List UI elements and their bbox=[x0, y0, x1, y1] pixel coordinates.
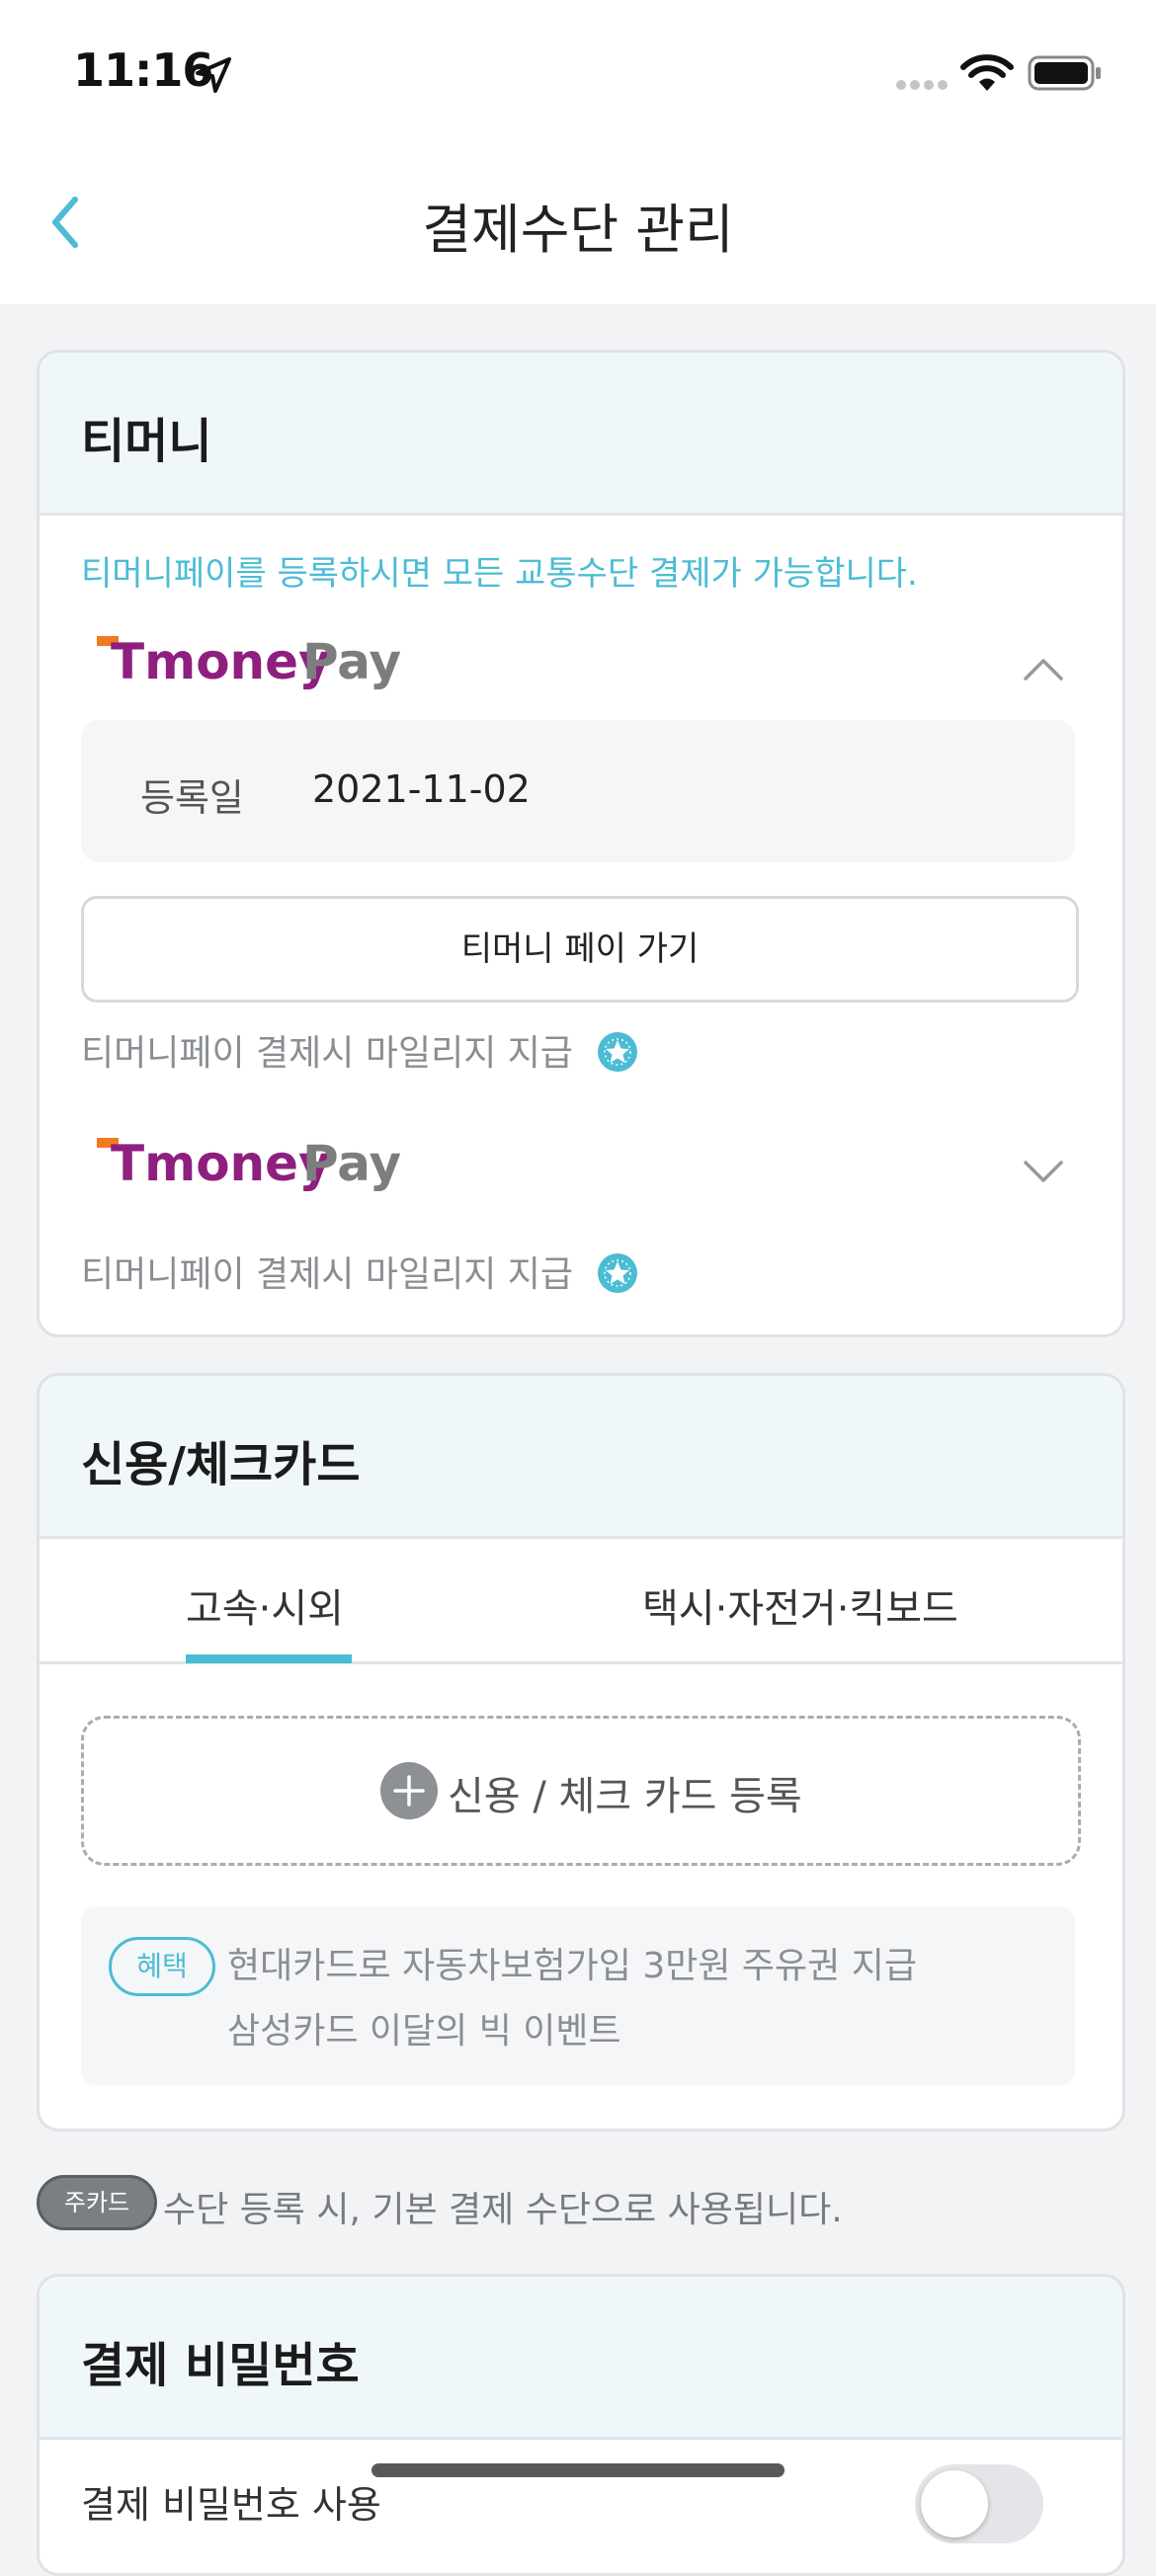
svg-text:Tmoney: Tmoney bbox=[111, 633, 331, 690]
go-tmoney-pay-button[interactable]: 티머니 페이 가기 bbox=[81, 896, 1079, 1003]
registered-date: 2021-11-02 bbox=[312, 767, 531, 811]
payment-password-header: 결제 비밀번호 bbox=[40, 2277, 1122, 2440]
signal-dots-icon bbox=[896, 80, 948, 90]
nav-bar: 결제수단 관리 bbox=[0, 148, 1156, 304]
main-card-badge: 주카드 bbox=[37, 2175, 157, 2230]
tmoney-pay-logo: Tmoney Pay bbox=[97, 633, 401, 690]
payment-password-section: 결제 비밀번호 결제 비밀번호 사용 bbox=[37, 2274, 1125, 2576]
credit-card-header: 신용/체크카드 bbox=[40, 1376, 1122, 1539]
mileage-text: 티머니페이 결제시 마일리지 지급 bbox=[81, 1254, 574, 1295]
status-bar: 11:16 bbox=[0, 0, 1156, 148]
payment-password-title: 결제 비밀번호 bbox=[81, 2338, 360, 2393]
tmoney-pay-logo: Tmoney Pay bbox=[97, 1135, 401, 1192]
tmoney-section: 티머니 티머니페이를 등록하시면 모든 교통수단 결제가 가능합니다. Tmon… bbox=[37, 350, 1125, 1337]
benefit-badge: 혜택 bbox=[109, 1937, 215, 1996]
mileage-info: 티머니페이 결제시 마일리지 지급 bbox=[81, 1024, 639, 1076]
password-use-label: 결제 비밀번호 사용 bbox=[81, 2483, 381, 2527]
svg-text:Pay: Pay bbox=[302, 1135, 401, 1192]
plus-circle-icon bbox=[380, 1762, 438, 1819]
tmoney-header: 티머니 bbox=[40, 353, 1122, 516]
main-card-text: 수단 등록 시, 기본 결제 수단으로 사용됩니다. bbox=[163, 2190, 843, 2230]
wifi-icon bbox=[960, 54, 1014, 91]
benefit-item[interactable]: 현대카드로 자동차보험가입 3만원 주유권 지급 bbox=[227, 1937, 917, 1988]
tab-taxi-bike-kickboard[interactable]: 택시·자전거·킥보드 bbox=[642, 1576, 958, 1634]
status-time: 11:16 bbox=[73, 43, 213, 97]
svg-text:Pay: Pay bbox=[302, 633, 401, 690]
card-type-tabs: 고속·시외 택시·자전거·킥보드 bbox=[40, 1539, 1122, 1664]
registration-info: 등록일 2021-11-02 bbox=[81, 720, 1075, 862]
password-toggle[interactable] bbox=[915, 2464, 1043, 2543]
chevron-up-icon[interactable] bbox=[1022, 655, 1065, 684]
toggle-knob bbox=[921, 2470, 988, 2537]
tab-express-intercity[interactable]: 고속·시외 bbox=[186, 1576, 344, 1634]
benefit-item[interactable]: 삼성카드 이달의 빅 이벤트 bbox=[227, 2002, 621, 2053]
add-card-label: 신용 / 체크 카드 등록 bbox=[448, 1774, 802, 1819]
mileage-text: 티머니페이 결제시 마일리지 지급 bbox=[81, 1033, 574, 1074]
credit-card-title: 신용/체크카드 bbox=[81, 1437, 361, 1492]
registered-label: 등록일 bbox=[140, 776, 244, 820]
star-badge-icon bbox=[598, 1032, 638, 1072]
tab-selected-indicator bbox=[186, 1654, 352, 1663]
location-arrow-icon bbox=[196, 57, 231, 93]
page-title: 결제수단 관리 bbox=[422, 199, 734, 261]
battery-icon bbox=[1028, 55, 1101, 91]
benefit-box: 혜택 현대카드로 자동차보험가입 3만원 주유권 지급 삼성카드 이달의 빅 이… bbox=[81, 1907, 1075, 2085]
svg-text:Tmoney: Tmoney bbox=[111, 1135, 331, 1192]
credit-card-section: 신용/체크카드 고속·시외 택시·자전거·킥보드 신용 / 체크 카드 등록 혜… bbox=[37, 1373, 1125, 2132]
home-indicator bbox=[372, 2463, 784, 2477]
mileage-info: 티머니페이 결제시 마일리지 지급 bbox=[81, 1246, 639, 1297]
tmoney-title: 티머니 bbox=[81, 414, 212, 469]
add-card-button[interactable]: 신용 / 체크 카드 등록 bbox=[81, 1716, 1081, 1866]
tmoney-info-text: 티머니페이를 등록하시면 모든 교통수단 결제가 가능합니다. bbox=[81, 554, 918, 594]
chevron-down-icon[interactable] bbox=[1022, 1157, 1065, 1186]
star-badge-icon bbox=[598, 1253, 638, 1293]
